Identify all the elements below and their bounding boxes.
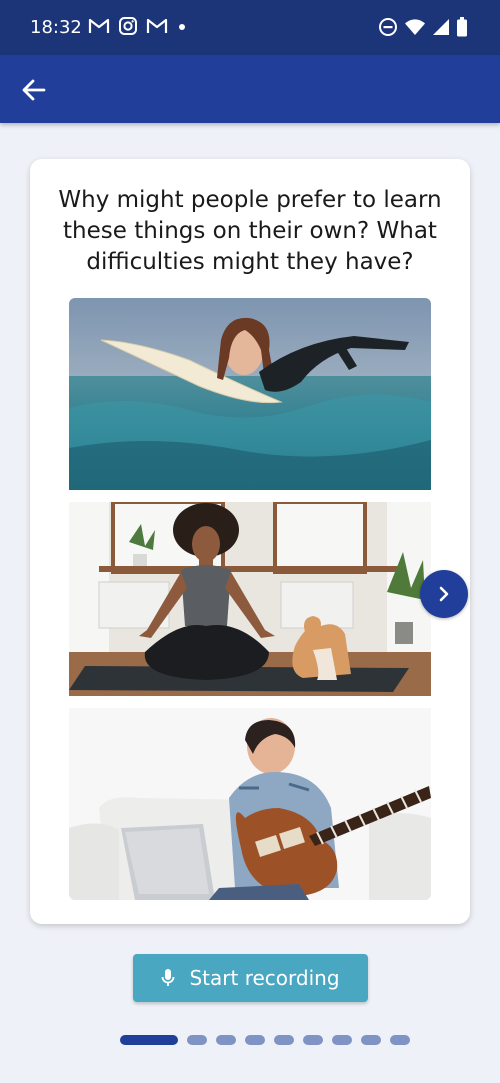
status-notification-icons (88, 16, 188, 36)
chevron-right-icon (439, 586, 449, 602)
status-bar: 18:32 (0, 0, 500, 55)
battery-icon (457, 17, 467, 37)
pagination-dot (216, 1035, 236, 1045)
status-time: 18:32 (30, 17, 82, 38)
back-button[interactable] (16, 72, 52, 108)
pagination-dot (120, 1035, 178, 1045)
photo-surfing (69, 298, 431, 490)
photo-yoga-with-dog (69, 502, 431, 696)
microphone-icon (162, 969, 175, 986)
pagination-dot (390, 1035, 410, 1045)
gmail-icon (88, 18, 110, 33)
signal-icon (433, 19, 449, 35)
pagination-dots (120, 1035, 410, 1045)
question-text: Why might people prefer to learn these t… (58, 187, 442, 275)
gmail-icon (146, 18, 168, 33)
pagination-dot (245, 1035, 265, 1045)
pagination-dot (303, 1035, 323, 1045)
pagination-dot (274, 1035, 294, 1045)
next-image-button[interactable] (420, 570, 468, 618)
arrow-left-icon (22, 79, 46, 101)
do-not-disturb-icon (379, 18, 397, 36)
app-bar (0, 55, 500, 123)
start-recording-button[interactable]: Start recording (133, 954, 368, 1002)
pagination-dot (332, 1035, 352, 1045)
question-card: Why might people prefer to learn these t… (30, 159, 470, 924)
wifi-icon (405, 19, 425, 35)
pagination-dot (187, 1035, 207, 1045)
pagination-dot (361, 1035, 381, 1045)
notification-dot-icon (179, 24, 185, 30)
photo-guitar-with-laptop (69, 708, 431, 900)
start-recording-label: Start recording (189, 966, 340, 990)
status-system-icons (378, 16, 468, 38)
instagram-icon (119, 17, 137, 35)
